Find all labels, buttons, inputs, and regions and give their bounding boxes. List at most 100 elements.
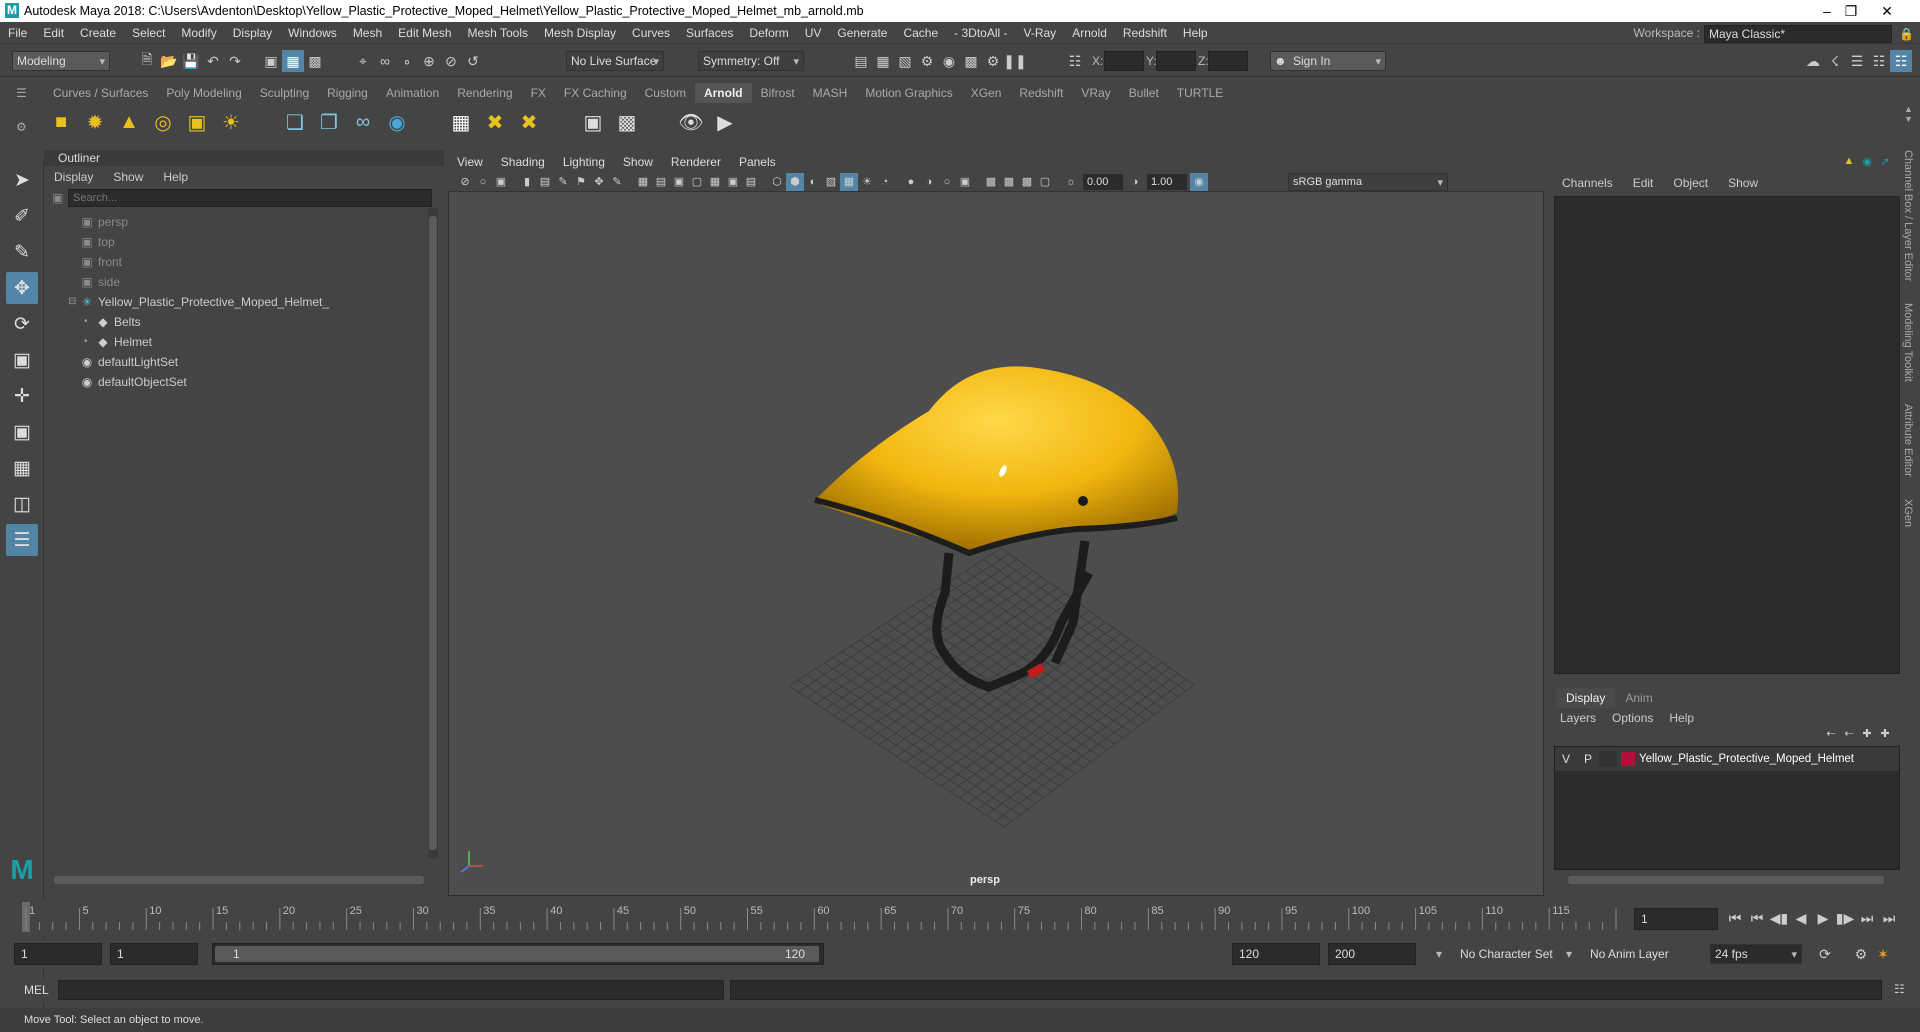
menu-mesh-tools[interactable]: Mesh Tools [460, 22, 536, 44]
shadows-icon[interactable]: ☀ [858, 173, 876, 191]
outliner-item-helmet[interactable]: • ◆ Helmet [44, 332, 444, 352]
resolution-gate-icon[interactable]: ▣ [670, 173, 688, 191]
xray-icon[interactable]: ▩ [982, 173, 1000, 191]
channel-box-menu-edit[interactable]: Edit [1623, 172, 1664, 194]
new-layer-icon[interactable]: ✚ [1858, 724, 1876, 742]
colorspace-selector[interactable]: sRGB gamma [1288, 173, 1448, 191]
menu-help[interactable]: Help [1175, 22, 1216, 44]
side-tab-modeling-toolkit[interactable]: Modeling Toolkit [1902, 303, 1914, 382]
maximize-button[interactable]: ❐ [1836, 2, 1866, 20]
safe-action-icon[interactable]: ▣ [724, 173, 742, 191]
lasso-tool-icon[interactable]: ✐ [6, 200, 38, 232]
menu-generate[interactable]: Generate [829, 22, 895, 44]
outliner-search-input[interactable] [68, 189, 432, 207]
menu-uv[interactable]: UV [797, 22, 830, 44]
2d-pan-zoom-icon[interactable]: ▤ [536, 173, 554, 191]
snap-point-icon[interactable]: ∘ [396, 50, 418, 72]
collapse-icon[interactable]: ⊟ [68, 292, 80, 312]
menu-mesh[interactable]: Mesh [345, 22, 390, 44]
outliner-scrollbar[interactable] [428, 208, 438, 858]
shelf-tab-redshift[interactable]: Redshift [1010, 83, 1072, 103]
menu-edit[interactable]: Edit [35, 22, 72, 44]
live-surface-field[interactable]: No Live Surface [566, 51, 664, 71]
grid-icon[interactable]: ▦ [634, 173, 652, 191]
shelf-tab-poly-modeling[interactable]: Poly Modeling [157, 83, 250, 103]
bookmark-icon[interactable]: ▣ [492, 173, 510, 191]
menu-file[interactable]: File [0, 22, 35, 44]
anti-aliasing-icon[interactable]: ◑ [920, 173, 938, 191]
auto-key-icon[interactable]: ⚙ [1850, 943, 1872, 965]
image-plane-icon[interactable]: ▮ [518, 173, 536, 191]
layer-menu-help[interactable]: Help [1661, 708, 1702, 728]
menu-v-ray[interactable]: V-Ray [1016, 22, 1065, 44]
go-to-end-icon[interactable]: ⏭ [1878, 907, 1900, 929]
mode-selector[interactable]: Modeling [12, 51, 110, 71]
physical-sky-icon[interactable]: ☀ [216, 107, 246, 137]
flush-background-icon[interactable]: ✖ [480, 107, 510, 137]
shelf-tab-xgen[interactable]: XGen [962, 83, 1011, 103]
side-tab-xgen[interactable]: XGen [1902, 499, 1914, 527]
menu-curves[interactable]: Curves [624, 22, 678, 44]
character-set-icon[interactable]: ▾ [1436, 947, 1442, 961]
current-frame-field[interactable]: 1 [1634, 908, 1718, 930]
camera-tumble-icon[interactable]: ✎ [608, 173, 626, 191]
skydome-light-icon[interactable]: ◎ [148, 107, 178, 137]
menu-arnold[interactable]: Arnold [1064, 22, 1115, 44]
field-chart-icon[interactable]: ▦ [706, 173, 724, 191]
animation-start-field[interactable]: 1 [14, 943, 102, 965]
exposure-icon[interactable]: ☼ [1062, 173, 1080, 191]
open-scene-icon[interactable]: 📂 [158, 50, 180, 72]
step-back-key-icon[interactable]: ◀▮ [1768, 907, 1790, 929]
side-tab-attribute-editor[interactable]: Attribute Editor [1902, 404, 1914, 477]
render-button-icon[interactable]: ▶ [710, 107, 740, 137]
move-tool-icon[interactable]: ✥ [6, 272, 38, 304]
transform-constraint-icon[interactable]: ☷ [1064, 50, 1086, 72]
channel-box-pin-icon[interactable]: ▲ [1840, 152, 1858, 170]
workspace-selector[interactable]: Maya Classic* [1704, 25, 1892, 43]
channel-box-menu-show[interactable]: Show [1718, 172, 1768, 194]
textured-icon[interactable]: ▧ [822, 173, 840, 191]
y-field[interactable] [1156, 51, 1196, 71]
shelf-tab-sculpting[interactable]: Sculpting [251, 83, 318, 103]
shelf-tab-turtle[interactable]: TURTLE [1168, 83, 1232, 103]
flush-all-icon[interactable]: ▩ [612, 107, 642, 137]
shelf-tab-rigging[interactable]: Rigging [318, 83, 377, 103]
standin-icon[interactable]: ❏ [280, 107, 310, 137]
arnold-render-icon[interactable]: ⚙ [982, 50, 1004, 72]
shelf-tab-motion-graphics[interactable]: Motion Graphics [856, 83, 961, 103]
save-scene-icon[interactable]: 💾 [180, 50, 202, 72]
xray-joints-icon[interactable]: ▩ [1018, 173, 1036, 191]
color-management-icon[interactable]: ◉ [1190, 172, 1208, 191]
x-field[interactable] [1104, 51, 1144, 71]
outliner-menu-display[interactable]: Display [44, 166, 103, 188]
channel-box-icon[interactable]: ☷ [1890, 50, 1912, 72]
select-tool-icon[interactable]: ➤ [6, 164, 38, 196]
select-object-icon[interactable]: ▦ [282, 50, 304, 72]
layer-color-swatch[interactable] [1621, 752, 1635, 766]
film-gate-icon[interactable]: ▤ [652, 173, 670, 191]
paint-select-tool-icon[interactable]: ✎ [6, 236, 38, 268]
pause-icon[interactable]: ❚❚ [1003, 50, 1026, 72]
outliner-item-top[interactable]: ▣ top [44, 232, 444, 252]
snap-pivot-icon[interactable]: ↺ [462, 50, 484, 72]
grease-pencil-icon[interactable]: ✎ [554, 173, 572, 191]
side-tab-channel-box-layer-editor[interactable]: Channel Box / Layer Editor [1902, 150, 1914, 281]
flush-light-icon[interactable]: ✖ [514, 107, 544, 137]
animation-end-field[interactable]: 200 [1328, 943, 1416, 965]
playback-end-field[interactable]: 120 [1232, 943, 1320, 965]
menu-3dtoall[interactable]: - 3DtoAll - [946, 22, 1015, 44]
snap-grid-icon[interactable]: ⌖ [352, 50, 374, 72]
menu-display[interactable]: Display [225, 22, 280, 44]
lock-icon[interactable]: 🔒 [1899, 27, 1914, 41]
viewport-menu-lighting[interactable]: Lighting [554, 152, 614, 172]
layer-tab-display[interactable]: Display [1556, 688, 1616, 708]
select-component-icon[interactable]: ▩ [304, 50, 326, 72]
shelf-tab-custom[interactable]: Custom [636, 83, 695, 103]
menu-create[interactable]: Create [72, 22, 124, 44]
channel-box-menu-object[interactable]: Object [1663, 172, 1718, 194]
viewport-scene[interactable] [449, 153, 1543, 895]
step-forward-key-icon[interactable]: ▮▶ [1834, 907, 1856, 929]
photometric-light-icon[interactable]: ▲ [114, 107, 144, 137]
select-hierarchy-icon[interactable]: ▣ [260, 50, 282, 72]
display-layer-row[interactable]: V P Yellow_Plastic_Protective_Moped_Helm… [1555, 747, 1899, 771]
